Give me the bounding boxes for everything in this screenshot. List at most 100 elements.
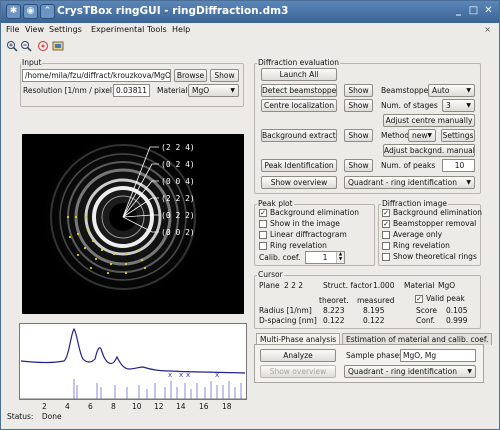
struct-factor-value: 1.000 [373, 281, 395, 290]
centre-show-button[interactable]: Show [344, 99, 373, 112]
toolbar [1, 38, 499, 56]
di-theoretical-rings-checkbox[interactable]: Show theoretical rings [382, 252, 477, 262]
pp-ring-revelation-checkbox[interactable]: Ring revelation [259, 241, 327, 251]
checkbox-box: ✓ [382, 209, 390, 217]
app-icon[interactable]: ✱ [6, 4, 21, 19]
ring-label-022: (0 2 2) [161, 211, 195, 220]
svg-text:x: x [168, 371, 172, 379]
beamstopper-label: Beamstopper [381, 86, 432, 95]
browse-button[interactable]: Browse [174, 69, 207, 82]
checkbox-box [259, 231, 267, 239]
adjust-centre-button[interactable]: Adjust centre manually [383, 114, 475, 127]
spin-arrows-icon[interactable]: ▲ ▼ [336, 252, 344, 263]
resolution-label: Resolution [1/nm / pixel] [23, 86, 115, 95]
checkbox-box: ✓ [382, 220, 390, 228]
valid-peak-checkbox[interactable]: ✓ Valid peak [415, 294, 465, 304]
ring-label-222: (2 2 2) [161, 194, 195, 203]
resolution-input[interactable]: 0.03811 [113, 84, 150, 97]
show-overview-button[interactable]: Show overview [261, 176, 337, 189]
pp-background-elimination-checkbox[interactable]: ✓ Background elimination [259, 208, 359, 218]
x-tick-16: 16 [199, 402, 209, 411]
checkbox-label: Linear diffractogram [270, 230, 347, 239]
file-path-input[interactable]: /home/mila/fzu/diffract/krouzkova/MgOMra… [22, 69, 171, 82]
pp-linear-diffractogram-checkbox[interactable]: Linear diffractogram [259, 230, 347, 240]
checkbox-label: Beamstopper removal [393, 219, 477, 228]
title-bar: ✱ ◉ ⌃ CrysTBox ringGUI - ringDiffraction… [1, 1, 499, 23]
x-tick-18: 18 [222, 402, 232, 411]
ring-label-224: (2 2 4) [161, 143, 195, 152]
checkbox-label: Average only [393, 230, 443, 239]
minimize-icon[interactable]: _ [451, 4, 466, 19]
plane-value: 2 2 2 [284, 281, 304, 290]
method-select[interactable]: new ▼ [408, 129, 436, 142]
centre-localization-button[interactable]: Centre localization [261, 99, 337, 112]
di-background-elimination-checkbox[interactable]: ✓ Background elimination [382, 208, 482, 218]
adjust-background-button[interactable]: Adjust backgnd. manually [383, 144, 475, 157]
pp-show-in-image-checkbox[interactable]: Show in the image [259, 219, 340, 229]
x-tick-6: 6 [88, 402, 93, 411]
analyze-button[interactable]: Analyze [260, 349, 336, 362]
di-beamstopper-removal-checkbox[interactable]: ✓ Beamstopper removal [382, 219, 476, 229]
status-bar: Status: Done [7, 412, 62, 421]
calib-coef-spinbox[interactable]: 1 ▲ ▼ [305, 251, 345, 264]
di-ring-revelation-checkbox[interactable]: Ring revelation [382, 241, 450, 251]
detect-beamstopper-button[interactable]: Detect beamstopper [261, 84, 337, 97]
menu-settings[interactable]: Settings [49, 25, 82, 34]
zoom-in-icon[interactable] [5, 40, 18, 53]
peak-identification-button[interactable]: Peak Identification [261, 159, 337, 172]
material-select-value: MgO [192, 86, 210, 95]
stages-select-value: 3 [446, 101, 451, 110]
chevron-down-icon: ▼ [230, 87, 235, 94]
diffraction-image-panel[interactable]: (2 2 4) (0 2 4) (0 0 4) (2 2 2) (0 2 2) … [22, 134, 244, 314]
stages-select[interactable]: 3 ▼ [442, 99, 475, 112]
checkbox-label: Background elimination [393, 208, 483, 217]
radial-profile-plot[interactable]: xxxx 2 4 6 8 10 12 14 16 18 [19, 323, 247, 411]
material-select[interactable]: MgO ▼ [188, 84, 239, 97]
peak-show-button[interactable]: Show [344, 159, 373, 172]
checkbox-label: Valid peak [426, 294, 465, 303]
num-peaks-input[interactable]: 10 [442, 159, 475, 172]
x-tick-8: 8 [111, 402, 116, 411]
diffraction-evaluation-title: Diffraction evaluation [257, 58, 341, 67]
input-group-title: Input [21, 58, 43, 67]
menu-experimental[interactable]: Experimental [91, 25, 144, 34]
pan-icon[interactable] [36, 40, 49, 53]
settings-button[interactable]: Settings [441, 129, 475, 142]
di-average-only-checkbox[interactable]: Average only [382, 230, 442, 240]
conf-value: 0.999 [446, 316, 468, 325]
zoom-out-icon[interactable] [19, 40, 32, 53]
menu-bar: File View Settings Experimental Tools He… [1, 23, 499, 38]
window-menu-icon[interactable]: ◉ [23, 4, 38, 19]
background-extract-button[interactable]: Background extract. [261, 129, 337, 142]
shade-icon[interactable]: ⌃ [40, 4, 55, 19]
checkbox-box [259, 242, 267, 250]
chevron-down-icon: ▼ [466, 87, 471, 94]
sample-phases-input[interactable]: MgO, Mg [400, 349, 476, 362]
tab-overview-mode-select[interactable]: Quadrant - ring identification ▼ [344, 365, 476, 378]
beamstopper-show-button[interactable]: Show [344, 84, 373, 97]
tab-show-overview-button[interactable]: Show overview [260, 365, 336, 378]
chevron-down-icon: ▼ [466, 102, 471, 109]
beamstopper-select[interactable]: Auto ▼ [428, 84, 475, 97]
chevron-down-icon: ▼ [467, 368, 472, 375]
main-window: ✱ ◉ ⌃ CrysTBox ringGUI - ringDiffraction… [0, 0, 500, 430]
num-peaks-label: Num. of peaks [381, 161, 436, 170]
peak-plot-title: Peak plot [257, 199, 294, 208]
menu-help[interactable]: Help [172, 25, 190, 34]
checkbox-label: Show in the image [270, 219, 340, 228]
dspacing-label: D-spacing [nm] [259, 316, 317, 325]
menu-view[interactable]: View [25, 25, 44, 34]
launch-all-button[interactable]: Launch All [261, 68, 337, 81]
input-show-button[interactable]: Show [210, 69, 239, 82]
background-show-button[interactable]: Show [344, 129, 373, 142]
maximize-icon[interactable]: □ [466, 4, 481, 19]
export-icon[interactable] [51, 40, 64, 53]
close-icon[interactable]: ✕ [481, 4, 496, 19]
chevron-down-icon: ▼ [466, 179, 471, 186]
checkbox-box [259, 220, 267, 228]
menu-close-icon[interactable]: × [484, 25, 491, 34]
overview-mode-select[interactable]: Quadrant - ring identification ▼ [344, 176, 475, 189]
menu-file[interactable]: File [6, 25, 19, 34]
theoret-header: theoret. [319, 296, 349, 305]
menu-tools[interactable]: Tools [147, 25, 167, 34]
